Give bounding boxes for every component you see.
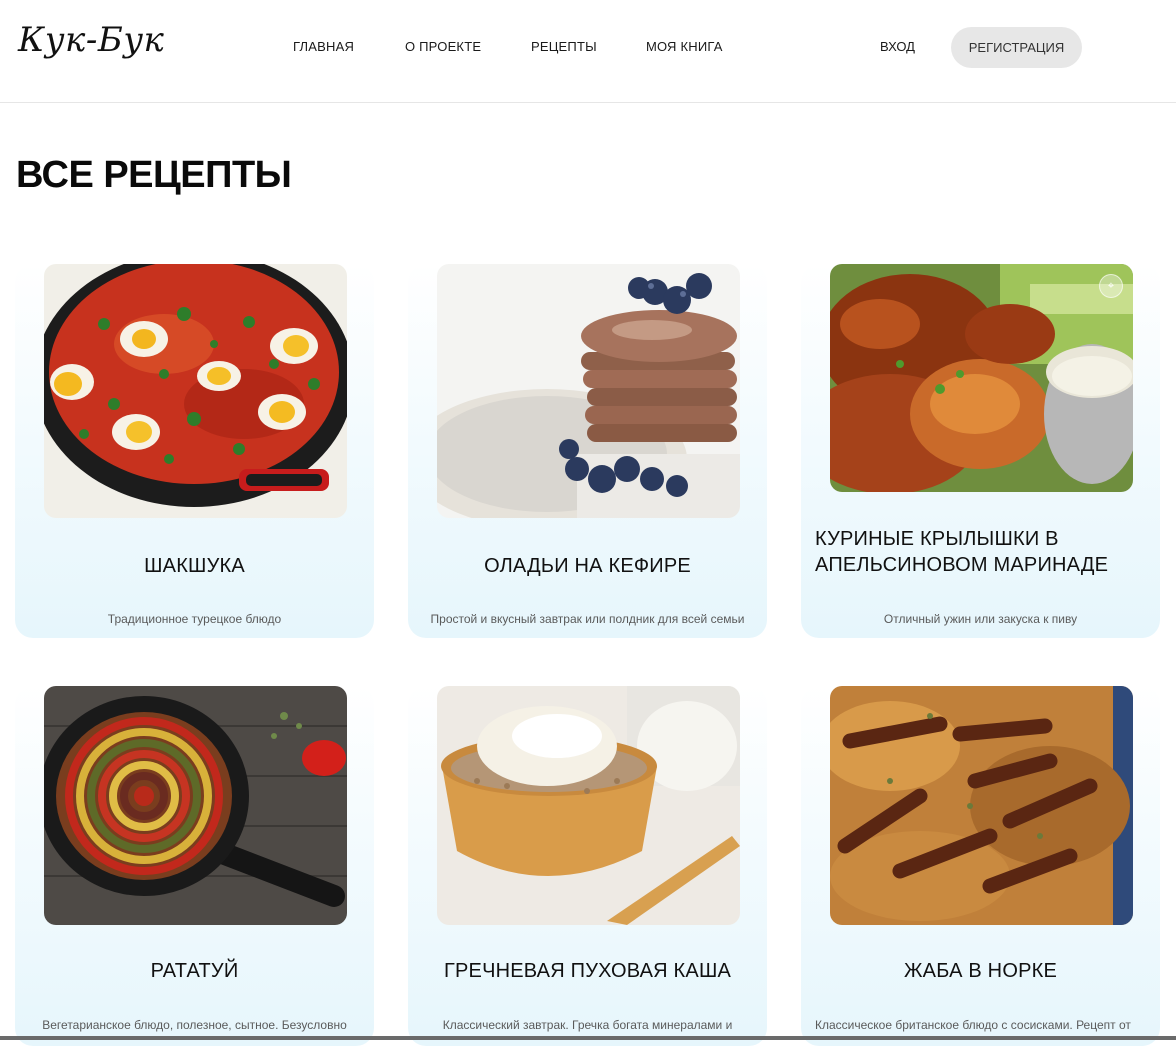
buckwheat-image — [437, 686, 740, 925]
recipe-card[interactable]: ОЛАДЬИ НА КЕФИРЕ Простой и вкусный завтр… — [408, 264, 767, 638]
scan-icon[interactable]: ⌖ — [1099, 274, 1123, 298]
recipe-description: Отличный ужин или закуска к пиву — [883, 612, 1078, 626]
recipe-title: ШАКШУКА — [144, 555, 245, 577]
horizontal-scrollbar[interactable] — [0, 1036, 1176, 1040]
nav-item-recipes[interactable]: РЕЦЕПТЫ — [531, 39, 597, 54]
recipe-title: ГРЕЧНЕВАЯ ПУХОВАЯ КАША — [443, 960, 732, 982]
nav-item-my-book[interactable]: МОЯ КНИГА — [646, 39, 723, 54]
pancakes-image — [437, 264, 740, 518]
ratatouille-image — [44, 686, 347, 925]
recipe-card[interactable]: ГРЕЧНЕВАЯ ПУХОВАЯ КАША Классический завт… — [408, 686, 767, 1046]
site-logo[interactable]: Кук-Бук — [18, 20, 164, 60]
recipe-description: Простой и вкусный завтрак или полдник дл… — [430, 612, 745, 626]
recipe-card[interactable]: ЖАБА В НОРКЕ Классическое британское блю… — [801, 686, 1160, 1046]
recipe-description: Вегетарианское блюдо, полезное, сытное. … — [42, 1018, 347, 1032]
recipe-description: Классическое британское блюдо с сосискам… — [815, 1018, 1131, 1032]
recipe-card[interactable]: ⌖ КУРИНЫЕ КРЫЛЫШКИ В АПЕЛЬСИНОВОМ МАРИНА… — [801, 264, 1160, 638]
chicken-wings-image: ⌖ — [830, 264, 1133, 492]
page-title: ВСЕ РЕЦЕПТЫ — [16, 154, 292, 196]
recipe-title: РАТАТУЙ — [150, 960, 239, 982]
recipe-title: ОЛАДЬИ НА КЕФИРЕ — [484, 555, 691, 577]
toad-in-the-hole-image — [830, 686, 1133, 925]
register-button[interactable]: РЕГИСТРАЦИЯ — [951, 27, 1082, 68]
login-link[interactable]: ВХОД — [880, 39, 915, 54]
shakshuka-image — [44, 264, 347, 518]
nav-item-home[interactable]: ГЛАВНАЯ — [293, 39, 354, 54]
recipe-title: КУРИНЫЕ КРЫЛЫШКИ В АПЕЛЬСИНОВОМ МАРИНАДЕ — [815, 528, 1109, 576]
recipe-title: ЖАБА В НОРКЕ — [903, 960, 1057, 982]
recipe-card[interactable]: РАТАТУЙ Вегетарианское блюдо, полезное, … — [15, 686, 374, 1046]
recipe-description: Традиционное турецкое блюдо — [107, 612, 282, 626]
top-navigation-bar: Кук-Бук ГЛАВНАЯ О ПРОЕКТЕ РЕЦЕПТЫ МОЯ КН… — [0, 0, 1176, 103]
recipe-description: Классический завтрак. Гречка богата мине… — [442, 1018, 733, 1032]
nav-item-about[interactable]: О ПРОЕКТЕ — [405, 39, 481, 54]
recipe-card[interactable]: ШАКШУКА Традиционное турецкое блюдо — [15, 264, 374, 638]
